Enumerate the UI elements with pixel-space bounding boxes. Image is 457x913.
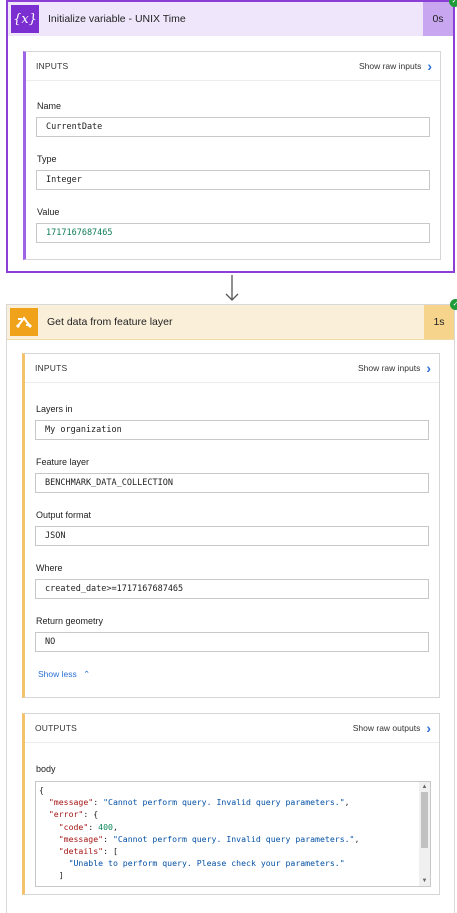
vertical-scrollbar[interactable]: ▲ ▼ — [419, 782, 430, 886]
card-header[interactable]: Get data from feature layer 1s ✓ — [7, 299, 457, 340]
field-label: Output format — [36, 510, 92, 520]
scrollbar-thumb[interactable] — [421, 792, 428, 848]
outputs-title: OUTPUTS — [35, 723, 78, 733]
arrow-down-icon — [225, 275, 239, 301]
field-label: Feature layer — [36, 457, 90, 467]
field-label: Name — [37, 101, 62, 111]
success-check-icon: ✓ — [450, 299, 457, 310]
where-field: created_date>=1717167687465 — [35, 579, 429, 599]
output-format-field: JSON — [35, 526, 429, 546]
card-header[interactable]: {x} Initialize variable - UNIX Time 0s ✓ — [8, 0, 457, 36]
scroll-down-arrow-icon[interactable]: ▼ — [419, 876, 430, 886]
field-label: Return geometry — [36, 616, 104, 626]
duration-badge: 0s — [423, 2, 453, 36]
chevron-right-icon[interactable]: › — [426, 721, 431, 735]
show-raw-inputs-label[interactable]: Show raw inputs — [359, 61, 421, 71]
layers-in-field: My organization — [35, 420, 429, 440]
show-raw-outputs-link[interactable]: Show raw outputs › — [353, 721, 431, 735]
inputs-title: INPUTS — [35, 363, 68, 373]
show-less-label[interactable]: Show less — [38, 669, 77, 679]
show-less-link[interactable]: Show less ⌃ — [38, 669, 90, 680]
feature-layer-field: BENCHMARK_DATA_COLLECTION — [35, 473, 429, 493]
outputs-section: OUTPUTS Show raw outputs › body { "messa… — [22, 713, 440, 895]
action-title: Get data from feature layer — [47, 316, 173, 328]
get-data-from-feature-layer-card[interactable]: Get data from feature layer 1s ✓ INPUTS … — [6, 299, 457, 913]
chevron-right-icon[interactable]: › — [427, 59, 432, 73]
inputs-title: INPUTS — [36, 61, 69, 71]
field-label: Layers in — [36, 404, 73, 414]
show-raw-outputs-label[interactable]: Show raw outputs — [353, 723, 421, 733]
inputs-section: INPUTS Show raw inputs › Name CurrentDat… — [23, 51, 441, 260]
field-label: Type — [37, 154, 57, 164]
initialize-variable-card[interactable]: {x} Initialize variable - UNIX Time 0s ✓… — [6, 0, 457, 273]
action-title: Initialize variable - UNIX Time — [48, 13, 186, 25]
name-field: CurrentDate — [36, 117, 430, 137]
show-raw-inputs-link[interactable]: Show raw inputs › — [359, 59, 432, 73]
variable-icon: {x} — [11, 5, 39, 33]
return-geometry-field: NO — [35, 632, 429, 652]
duration-badge: 1s — [424, 305, 454, 339]
show-raw-inputs-link[interactable]: Show raw inputs › — [358, 361, 431, 375]
value-field: 1717167687465 — [36, 223, 430, 243]
inputs-section: INPUTS Show raw inputs › Layers in My or… — [22, 353, 440, 698]
chevron-right-icon[interactable]: › — [426, 361, 431, 375]
body-output-box[interactable]: { "message": "Cannot perform query. Inva… — [35, 781, 431, 887]
scroll-up-arrow-icon[interactable]: ▲ — [419, 782, 430, 792]
body-label: body — [36, 764, 56, 774]
json-body: { "message": "Cannot perform query. Inva… — [39, 785, 360, 881]
field-label: Value — [37, 207, 60, 217]
type-field: Integer — [36, 170, 430, 190]
feature-layer-icon — [10, 308, 38, 336]
show-raw-inputs-label[interactable]: Show raw inputs — [358, 363, 420, 373]
chevron-up-icon[interactable]: ⌃ — [83, 669, 90, 679]
field-label: Where — [36, 563, 63, 573]
